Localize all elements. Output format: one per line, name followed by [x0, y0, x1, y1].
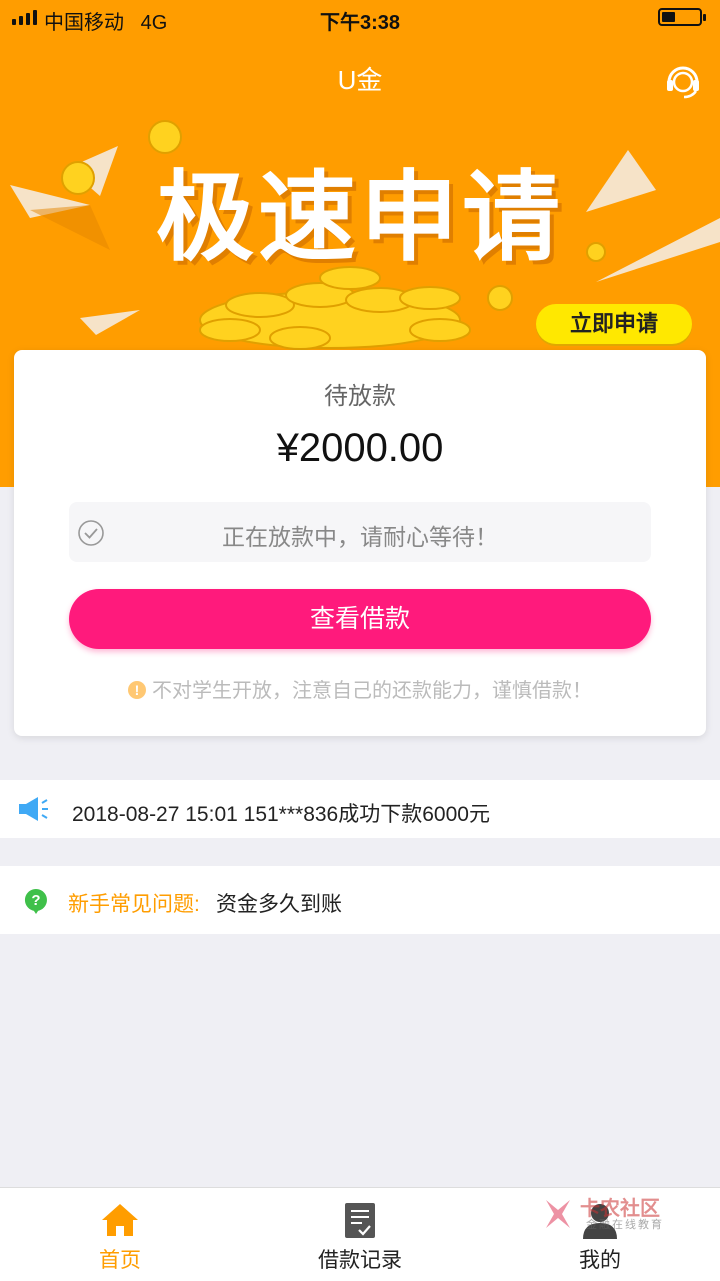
tab-profile-label: 我的 — [579, 1249, 621, 1272]
page-title: U金 — [337, 65, 383, 95]
user-icon — [580, 1202, 620, 1245]
status-bar: 中国移动 4G 下午3:38 — [0, 0, 720, 36]
document-icon — [340, 1202, 380, 1245]
progress-notice: 正在放款中，请耐心等待！ — [69, 502, 651, 562]
apply-now-button[interactable]: 立即申请 — [536, 304, 692, 344]
faq-question[interactable]: 资金多久到账 — [216, 888, 342, 918]
banner-headline: 极速申请 — [155, 161, 564, 275]
announcement-ticker[interactable]: 2018-08-27 15:01 151***836成功下款6000元 — [0, 780, 720, 838]
loan-amount: ¥2000.00 — [276, 426, 444, 470]
headset-icon[interactable] — [662, 58, 704, 105]
view-loan-button[interactable]: 查看借款 — [69, 589, 651, 649]
help-icon: ? — [24, 888, 48, 919]
faq-label: 新手常见问题: — [68, 893, 200, 916]
tab-home[interactable]: 首页 — [0, 1188, 240, 1281]
tab-home-label: 首页 — [99, 1249, 141, 1272]
battery-icon — [658, 8, 706, 26]
warning-icon: ! — [128, 681, 146, 699]
tab-bar: 首页 借款记录 我的 — [0, 1187, 720, 1281]
home-icon — [100, 1202, 140, 1243]
tab-loan-records-label: 借款记录 — [318, 1249, 402, 1272]
tab-profile[interactable]: 我的 — [480, 1188, 720, 1281]
tab-loan-records[interactable]: 借款记录 — [240, 1188, 480, 1281]
clock: 下午3:38 — [319, 12, 401, 34]
risk-warning-text: 不对学生开放，注意自己的还款能力，谨慎借款！ — [152, 680, 592, 702]
loan-status-label: 待放款 — [324, 383, 396, 410]
faq-row[interactable]: ? 新手常见问题: 资金多久到账 — [0, 866, 720, 934]
announcement-text: 2018-08-27 15:01 151***836成功下款6000元 — [72, 803, 490, 826]
progress-message: 正在放款中，请耐心等待！ — [222, 524, 498, 550]
risk-warning: ! 不对学生开放，注意自己的还款能力，谨慎借款！ — [14, 674, 706, 703]
svg-text:?: ? — [31, 892, 40, 909]
megaphone-icon — [18, 796, 50, 827]
loan-status-card: 待放款 ¥2000.00 正在放款中，请耐心等待！ 查看借款 ! 不对学生开放，注… — [14, 350, 706, 736]
